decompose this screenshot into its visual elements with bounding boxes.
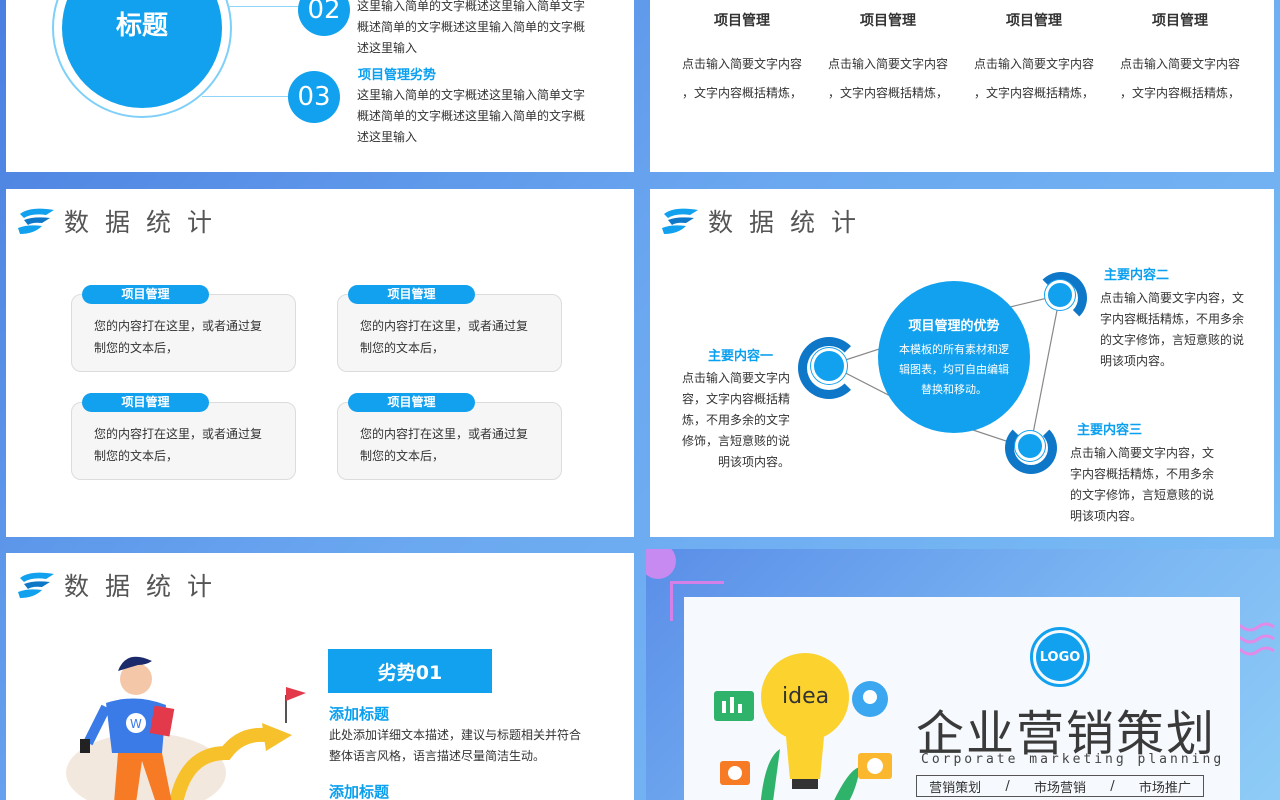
slide-thumbnail-4[interactable]: 数据统计 项目管理的优势 本模板的所有素材和逻 辑图表，均可自由编辑 替换和移动… — [650, 189, 1274, 537]
pm-column-3: 项目管理 点击输入简要文字内容 ，文字内容概括精炼， — [973, 13, 1094, 100]
block1-heading: 添加标题 — [329, 705, 390, 723]
svg-text:W: W — [130, 717, 142, 731]
pm-column-4: 项目管理 点击输入简要文字内容 ，文字内容概括精炼， — [1119, 13, 1240, 100]
slide-title: 数据统计 — [64, 208, 229, 237]
node-bottom-right — [1015, 431, 1045, 461]
pm-column-1: 项目管理 点击输入简要文字内容 ，文字内容概括精炼， — [681, 13, 802, 100]
decor-dot — [646, 549, 676, 579]
circle-title: 标题 — [62, 0, 222, 108]
block2-heading: 添加标题 — [329, 783, 390, 800]
slide-title: 数据统计 — [64, 572, 229, 601]
title-circle: 标题 — [52, 0, 232, 118]
content-card: 项目管理 您的内容打在这里，或者通过复 制您的文本后， — [337, 393, 562, 480]
slide-thumbnail-5[interactable]: 数据统计 W 劣势01 添加标题 此处添加详细文本描述，建议与标题相关并符合 整… — [6, 553, 634, 800]
slide-thumbnail-6[interactable]: idea LOGO 企业营销策划 Corporate marketing pla… — [646, 549, 1280, 800]
bulb-text: idea — [782, 684, 829, 709]
desc-top-right: 点击输入简要文字内容，文 字内容概括精炼，不用多余 的文字修饰，言短意赅的说 明… — [1100, 291, 1245, 368]
label-left: 主要内容一 — [708, 349, 774, 364]
banner-label: 劣势01 — [328, 649, 492, 693]
item-03-heading: 项目管理劣势 — [358, 68, 437, 83]
content-card: 项目管理 您的内容打在这里，或者通过复 制您的文本后， — [71, 393, 296, 480]
connector-line — [202, 96, 302, 97]
logo-badge: LOGO — [1030, 627, 1090, 687]
brand-logo-icon — [18, 572, 54, 598]
label-bottom-right: 主要内容三 — [1077, 423, 1143, 438]
slide-thumbnail-2[interactable]: 项目管理 点击输入简要文字内容 ，文字内容概括精炼， 项目管理 点击输入简要文字内… — [650, 0, 1274, 172]
number-circle-02: 02 — [298, 0, 350, 36]
label-top-right: 主要内容二 — [1104, 268, 1170, 283]
node-top-right — [1045, 280, 1075, 310]
brand-logo-icon — [18, 208, 54, 234]
item-02-desc: 这里输入简单的文字概述这里输入简单文字 概述简单的文字概述这里输入简单的文字概 … — [357, 0, 586, 55]
connector-line — [228, 6, 308, 7]
content-card: 项目管理 您的内容打在这里，或者通过复 制您的文本后， — [337, 285, 562, 372]
hub-circle: 项目管理的优势 本模板的所有素材和逻 辑图表，均可自由编辑 替换和移动。 — [878, 281, 1030, 433]
idea-bulb-illustration: idea — [714, 653, 892, 800]
desc-bottom-right: 点击输入简要文字内容，文 字内容概括精炼，不用多余 的文字修饰，言短意赅的说 明… — [1070, 446, 1215, 523]
slide-thumbnail-1[interactable]: 标题 02 03 这里输入简单的文字概述这里输入简单文字 概述简单的文字概述这里… — [6, 0, 634, 172]
block1-desc: 此处添加详细文本描述，建议与标题相关并符合 整体语言风格，语言描述尽量简洁生动。 — [329, 728, 582, 763]
slide-thumbnail-3[interactable]: 数据统计 项目管理 您的内容打在这里，或者通过复 制您的文本后， 项目管理 您的内… — [6, 189, 634, 537]
pm-column-2: 项目管理 点击输入简要文字内容 ，文字内容概括精炼， — [827, 13, 948, 100]
desc-left: 点击输入简要文字内 容，文字内容概括精 炼，不用多余的文字 修饰，言短意赅的说 … — [682, 371, 791, 469]
node-left — [811, 348, 847, 384]
cover-subtitle: Corporate marketing planning — [921, 752, 1225, 767]
cover-tags: 营销策划 / 市场营销 / 市场推广 — [916, 775, 1204, 797]
content-card: 项目管理 您的内容打在这里，或者通过复 制您的文本后， — [71, 285, 296, 372]
climbing-person-illustration: W — [66, 656, 306, 800]
number-circle-03: 03 — [288, 71, 340, 123]
item-03-desc: 这里输入简单的文字概述这里输入简单文字 概述简单的文字概述这里输入简单的文字概 … — [357, 88, 586, 144]
